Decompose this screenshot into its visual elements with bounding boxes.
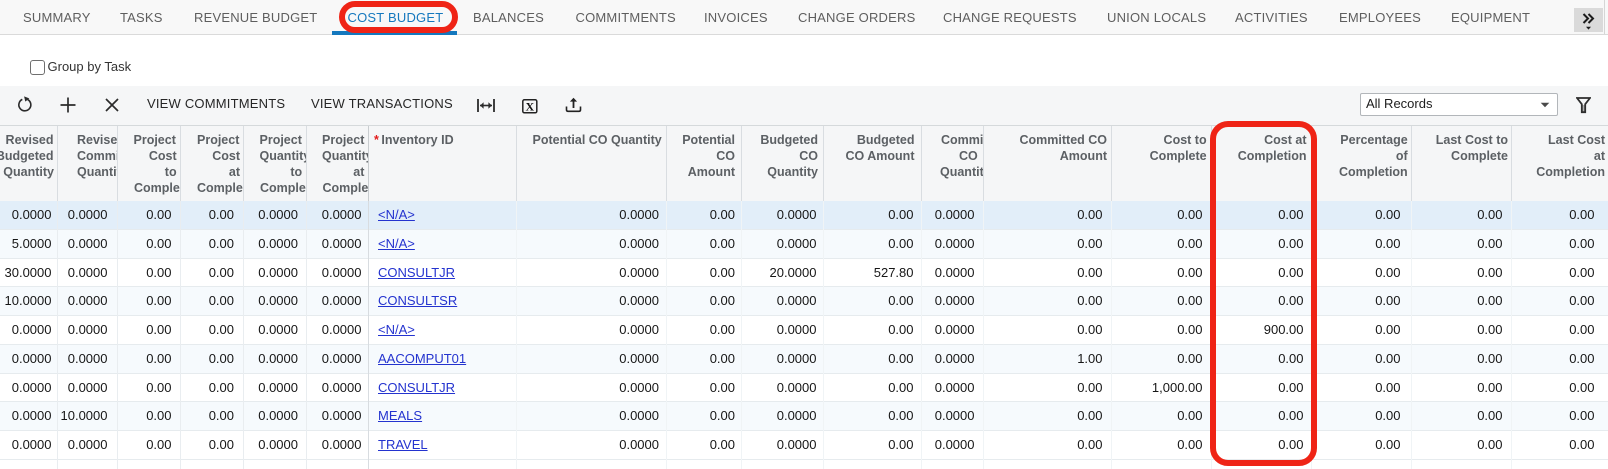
svg-text:X: X xyxy=(525,99,534,113)
